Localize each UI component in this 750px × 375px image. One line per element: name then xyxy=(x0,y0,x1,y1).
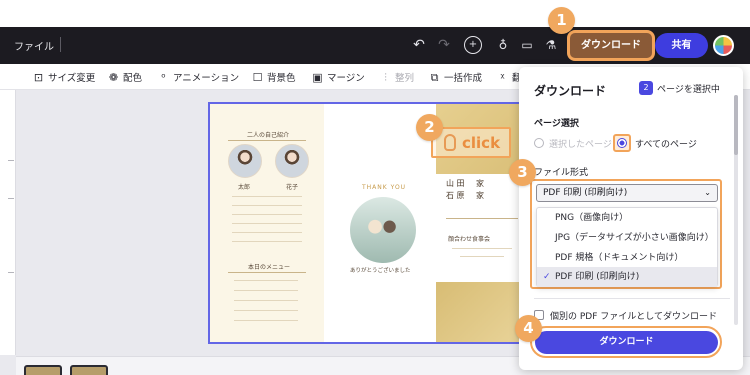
family-name-2: 石 原 xyxy=(446,191,465,200)
comment-icon[interactable]: ▭ xyxy=(518,36,536,54)
download-panel: ダウンロード 2 ページを選択中 ページ選択 選択したページ すべてのページ フ… xyxy=(519,67,743,370)
resize-tool[interactable]: ⊡ サイズ変更 xyxy=(32,70,95,84)
thank-you-text: THANK YOU xyxy=(362,184,407,191)
panel-scrollbar[interactable] xyxy=(734,95,738,325)
table-line xyxy=(232,241,302,242)
animation-tool[interactable]: ᵒ アニメーション xyxy=(157,70,239,84)
bride-name: 花子 xyxy=(286,184,299,191)
download-button[interactable]: ダウンロード xyxy=(535,331,718,354)
divider xyxy=(446,218,518,219)
table-line xyxy=(232,232,302,233)
margin-icon: ▣ xyxy=(312,71,323,84)
menu-line xyxy=(234,300,298,301)
divider xyxy=(60,37,61,52)
radio-all-pages[interactable] xyxy=(617,138,627,148)
step-3-marker: 3 xyxy=(509,159,536,186)
lightbulb-icon[interactable]: ♁ xyxy=(494,36,512,54)
menu-line xyxy=(234,290,298,291)
menu-heading: 本日のメニュー xyxy=(248,264,291,271)
option-png[interactable]: PNG（画像向け） xyxy=(537,208,717,228)
click-annotation: click xyxy=(431,127,511,158)
top-bar: ファイル ↶ ↷ + ♁ ▭ ⚗ ダウンロード 共有 xyxy=(0,27,750,64)
profile-panel: 二人の自己紹介 太郎 花子 本日のメニュー xyxy=(210,104,324,342)
bulk-icon: ⧉ xyxy=(430,71,439,84)
rail-tick xyxy=(8,160,14,161)
family-name-1: 山 田 xyxy=(446,179,465,188)
add-user-icon[interactable]: + xyxy=(464,36,482,54)
page-count-badge: 2 xyxy=(639,81,653,95)
translate-tool[interactable]: ᵡ翻 xyxy=(496,70,521,84)
date-line xyxy=(452,248,512,249)
groom-name: 太郎 xyxy=(238,184,251,191)
option-pdf-print-label: PDF 印刷 (印刷向け) xyxy=(555,272,640,282)
scrollbar-thumb[interactable] xyxy=(734,95,738,155)
event-title: 顔合わせ食事会 xyxy=(448,236,491,243)
radio-selected-pages-label[interactable]: 選択したページ xyxy=(549,137,612,150)
format-section-label: ファイル形式 xyxy=(534,168,589,178)
file-format-select[interactable]: PDF 印刷 (印刷向け) ⌄ xyxy=(536,184,718,202)
avatar[interactable] xyxy=(713,35,734,56)
palette-icon: ❁ xyxy=(108,71,119,84)
radio-selected-pages[interactable] xyxy=(534,138,544,148)
margin-tool[interactable]: ▣ マージン xyxy=(311,70,365,84)
page-section-label: ページ選択 xyxy=(534,119,579,129)
animation-icon: ᵒ xyxy=(161,71,166,84)
translate-icon: ᵡ xyxy=(500,71,505,84)
table-line xyxy=(232,205,302,206)
separate-pdf-label[interactable]: 個別の PDF ファイルとしてダウンロード xyxy=(550,309,717,322)
groom-photo xyxy=(228,144,262,178)
page-select-status: ページを選択中 xyxy=(657,85,720,95)
panel-title: ダウンロード xyxy=(534,84,607,98)
table-line xyxy=(232,223,302,224)
bride-photo xyxy=(275,144,309,178)
divider xyxy=(228,140,306,141)
check-icon: ✓ xyxy=(543,272,551,282)
chevron-down-icon: ⌄ xyxy=(704,188,711,197)
couple-photo xyxy=(350,197,416,263)
option-pdf-print[interactable]: ✓ PDF 印刷 (印刷向け) xyxy=(537,267,717,287)
thank-you-panel: THANK YOU ありがとうございました xyxy=(324,104,436,342)
rail-tick xyxy=(8,272,14,273)
redo-icon[interactable]: ↷ xyxy=(435,36,453,54)
table-line xyxy=(232,214,302,215)
color-tool[interactable]: ❁ 配色 xyxy=(107,70,142,84)
align-icon: ⫶ xyxy=(384,71,387,84)
page-thumbnail[interactable] xyxy=(70,365,108,375)
cover-card: 山 田 石 原 家 家 顔合わせ食事会 xyxy=(436,174,524,282)
resize-icon: ⊡ xyxy=(33,71,44,84)
place-line xyxy=(460,256,504,257)
undo-icon[interactable]: ↶ xyxy=(410,36,428,54)
option-jpg[interactable]: JPG（データサイズが小さい画像向け） xyxy=(537,228,717,248)
divider xyxy=(228,272,306,273)
table-line xyxy=(232,196,302,197)
family-label-1: 家 xyxy=(476,179,484,188)
left-rail xyxy=(0,90,16,355)
profile-heading: 二人の自己紹介 xyxy=(247,132,290,139)
pointer-hand-icon xyxy=(444,134,456,151)
step-1-marker: 1 xyxy=(548,7,575,34)
file-menu[interactable]: ファイル xyxy=(14,38,54,53)
option-pdf-standard[interactable]: PDF 規格（ドキュメント向け） xyxy=(537,248,717,268)
thanks-message: ありがとうございました xyxy=(350,268,411,274)
selected-format: PDF 印刷 (印刷向け) xyxy=(543,188,628,198)
download-button-top[interactable]: ダウンロード xyxy=(570,33,652,58)
bulk-create-tool[interactable]: ⧉ 一括作成 xyxy=(428,70,482,85)
radio-all-pages-label[interactable]: すべてのページ xyxy=(635,137,697,150)
format-dropdown: PNG（画像向け） JPG（データサイズが小さい画像向け） PDF 規格（ドキュ… xyxy=(536,207,718,287)
step-4-marker: 4 xyxy=(515,315,542,342)
menu-line xyxy=(234,320,298,321)
flask-icon[interactable]: ⚗ xyxy=(542,36,560,54)
share-button[interactable]: 共有 xyxy=(655,33,708,58)
family-label-2: 家 xyxy=(476,191,484,200)
background-tool[interactable]: ☐ 背景色 xyxy=(251,70,296,84)
square-icon: ☐ xyxy=(252,71,263,84)
step-2-marker: 2 xyxy=(416,114,443,141)
rail-tick xyxy=(8,198,14,199)
page-thumbnail[interactable] xyxy=(24,365,62,375)
divider xyxy=(534,298,730,299)
click-label: click xyxy=(462,134,501,152)
align-tool[interactable]: ⫶ 整列 xyxy=(379,70,414,85)
menu-line xyxy=(234,280,298,281)
menu-line xyxy=(234,310,298,311)
